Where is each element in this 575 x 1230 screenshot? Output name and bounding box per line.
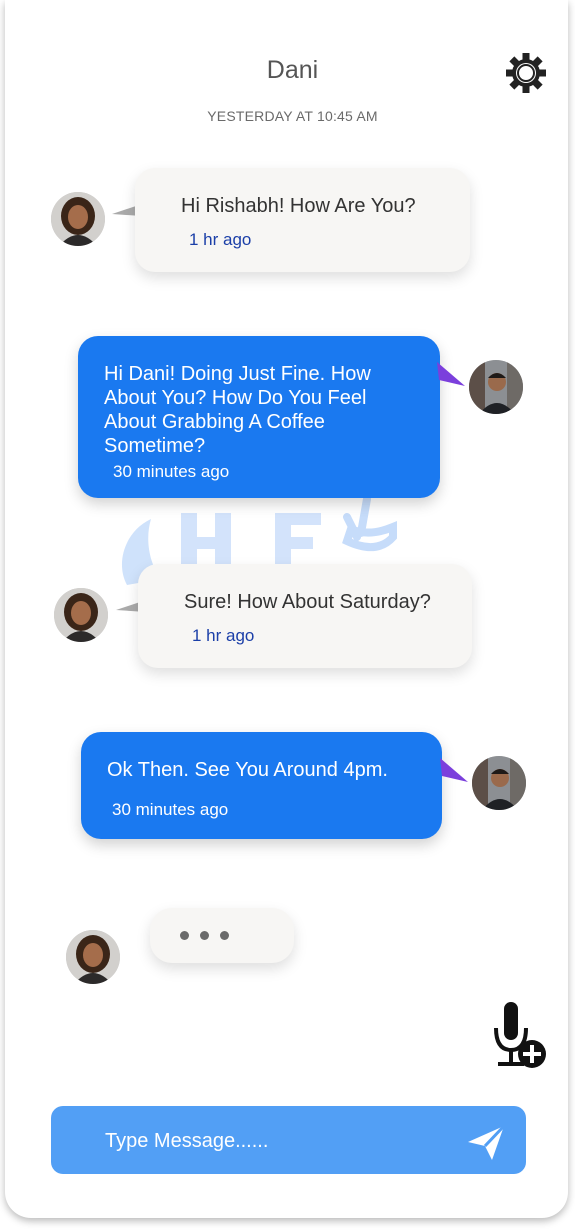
- rishabh-avatar[interactable]: [469, 360, 523, 414]
- dani-photo: [51, 192, 105, 246]
- message-text: Ok Then. See You Around 4pm.: [107, 759, 388, 781]
- rishabh-photo: [469, 360, 523, 414]
- message-text: Hi Rishabh! How Are You?: [181, 195, 416, 217]
- message-bubble-outgoing[interactable]: Ok Then. See You Around 4pm. 30 minutes …: [81, 732, 442, 839]
- send-button[interactable]: [466, 1122, 506, 1162]
- typing-dots: [180, 931, 229, 940]
- typing-dot: [180, 931, 189, 940]
- dani-photo: [54, 588, 108, 642]
- typing-dot: [220, 931, 229, 940]
- message-line: Sometime?: [104, 435, 206, 457]
- message-bubble-incoming[interactable]: Sure! How About Saturday? 1 hr ago: [138, 564, 472, 668]
- dani-photo: [66, 930, 120, 984]
- dani-avatar[interactable]: [51, 192, 105, 246]
- message-bubble-incoming[interactable]: Hi Rishabh! How Are You? 1 hr ago: [135, 168, 470, 272]
- message-time: 1 hr ago: [189, 230, 252, 249]
- voice-message-button[interactable]: [488, 1000, 550, 1072]
- dani-avatar[interactable]: [54, 588, 108, 642]
- rishabh-photo: [472, 756, 526, 810]
- send-icon: [468, 1124, 506, 1160]
- message-bubble-outgoing[interactable]: Hi Dani! Doing Just Fine. How About You?…: [78, 336, 440, 498]
- conversation-timestamp: YESTERDAY AT 10:45 AM: [207, 108, 378, 124]
- message-line: Hi Dani! Doing Just Fine. How: [104, 363, 371, 385]
- message-time: 30 minutes ago: [113, 462, 230, 481]
- message-text: Hi Dani! Doing Just Fine. How About You?…: [104, 362, 371, 458]
- message-time: 1 hr ago: [192, 626, 255, 645]
- settings-button[interactable]: [505, 52, 547, 94]
- message-line: About You? How Do You Feel: [104, 387, 367, 409]
- microphone-add-icon: [494, 1002, 546, 1068]
- bubble-tail-outgoing: [437, 362, 465, 386]
- bubble-tail-outgoing: [440, 758, 468, 782]
- message-text: Sure! How About Saturday?: [184, 591, 431, 613]
- typing-dot: [200, 931, 209, 940]
- message-composer: [51, 1106, 526, 1174]
- typing-indicator-bubble: [150, 908, 294, 963]
- contact-name: Dani: [266, 56, 319, 84]
- message-input[interactable]: [103, 1124, 447, 1158]
- message-line: About Grabbing A Coffee: [104, 411, 325, 433]
- gear-icon: [506, 53, 546, 93]
- dani-avatar[interactable]: [66, 930, 120, 984]
- rishabh-avatar[interactable]: [472, 756, 526, 810]
- message-time: 30 minutes ago: [112, 800, 229, 819]
